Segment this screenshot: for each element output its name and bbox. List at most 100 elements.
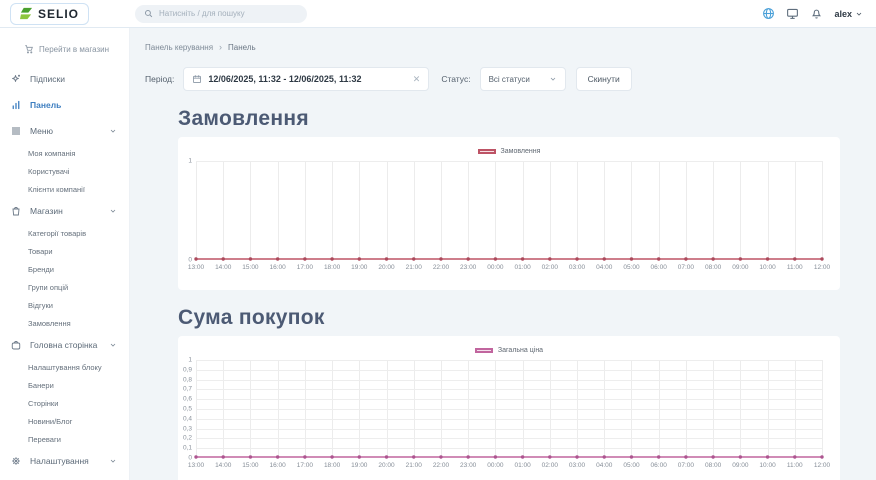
sidebar-subitem[interactable]: Новини/Блог [0, 412, 129, 430]
sidebar-subitem[interactable]: Налаштування блоку [0, 358, 129, 376]
x-tick-label: 18:00 [324, 462, 340, 469]
sidebar-subitem[interactable]: Категорії товарів [0, 224, 129, 242]
y-tick-label: 0,6 [172, 396, 192, 403]
sidebar-subitem[interactable]: Переваги [0, 430, 129, 448]
x-tick-label: 04:00 [596, 462, 612, 469]
x-tick-label: 05:00 [623, 264, 639, 271]
bell-icon[interactable] [810, 7, 823, 20]
x-tick-label: 21:00 [406, 264, 422, 271]
y-tick-label: 1 [172, 158, 192, 165]
menu-icon [10, 125, 22, 137]
reset-button[interactable]: Скинути [576, 67, 632, 91]
sidebar-item-label: Магазин [30, 206, 63, 216]
globe-icon[interactable] [762, 7, 775, 20]
period-range-value: 12/06/2025, 11:32 - 12/06/2025, 11:32 [208, 74, 406, 84]
sidebar-item-store[interactable]: Магазин [0, 198, 129, 224]
logo-text: SELIO [38, 7, 79, 21]
sidebar-item-settings[interactable]: Налаштування [0, 448, 129, 474]
sidebar-subitem[interactable]: Сторінки [0, 394, 129, 412]
x-tick-label: 19:00 [351, 264, 367, 271]
sidebar-item-dashboard[interactable]: Панель [0, 92, 129, 118]
x-tick-label: 02:00 [542, 264, 558, 271]
search-input[interactable]: Натисніть / для пошуку [135, 5, 307, 23]
gear-icon [10, 455, 22, 467]
x-tick-label: 00:00 [487, 264, 503, 271]
breadcrumb: Панель керування › Панель [145, 42, 876, 52]
legend-label: Замовлення [501, 148, 541, 155]
sidebar-subitem[interactable]: Користувачі [0, 162, 129, 180]
breadcrumb-separator-icon: › [219, 42, 222, 52]
main-content: Панель керування › Панель Період: 12/06/… [130, 28, 876, 480]
purchase-sum-section: Сума покупок Загальна ціна10,90,80,70,60… [178, 306, 840, 480]
status-label: Статус: [441, 74, 470, 84]
plot-area: 10,90,80,70,60,50,40,30,20,10 [196, 360, 822, 458]
x-tick-label: 15:00 [242, 462, 258, 469]
x-tick-label: 22:00 [433, 264, 449, 271]
x-tick-label: 21:00 [406, 462, 422, 469]
breadcrumb-item-panel: Панель [228, 43, 256, 52]
charts-area: Замовлення Замовлення1013:0014:0015:0016… [178, 107, 840, 480]
y-tick-label: 0,9 [172, 366, 192, 373]
bag-icon [10, 205, 22, 217]
y-tick-label: 0,3 [172, 425, 192, 432]
y-tick-label: 0,1 [172, 445, 192, 452]
period-range-input[interactable]: 12/06/2025, 11:32 - 12/06/2025, 11:32 ✕ [183, 67, 429, 91]
sidebar: Перейти в магазин Підписки Панель Меню Моя … [0, 28, 130, 480]
subscriptions-icon [10, 73, 22, 85]
orders-section-title: Замовлення [178, 107, 840, 131]
sidebar-subitem[interactable]: Групи опцій [0, 278, 129, 296]
x-tick-label: 06:00 [651, 264, 667, 271]
sidebar-subitem[interactable]: Моя компанія [0, 144, 129, 162]
x-tick-label: 23:00 [460, 462, 476, 469]
breadcrumb-item-dashboard[interactable]: Панель керування [145, 43, 213, 52]
series-layer [196, 161, 822, 260]
x-tick-label: 22:00 [433, 462, 449, 469]
x-tick-label: 00:00 [487, 462, 503, 469]
sidebar-item-label: Головна сторінка [30, 340, 97, 350]
x-tick-label: 07:00 [678, 264, 694, 271]
sidebar-subitem[interactable]: Замовлення [0, 314, 129, 332]
status-select[interactable]: Всі статуси [480, 67, 566, 91]
sidebar-item-homepage[interactable]: Головна сторінка [0, 332, 129, 358]
y-tick-label: 0 [172, 257, 192, 264]
sidebar-subitem[interactable]: Клієнти компанії [0, 180, 129, 198]
user-menu[interactable]: alex [834, 9, 863, 19]
orders-section: Замовлення Замовлення1013:0014:0015:0016… [178, 107, 840, 290]
go-to-store-link[interactable]: Перейти в магазин [24, 44, 129, 54]
cart-icon [24, 44, 34, 54]
top-header: SELIO Натисніть / для пошуку ale [0, 0, 876, 28]
clear-period-icon[interactable]: ✕ [413, 74, 421, 85]
x-tick-label: 16:00 [270, 264, 286, 271]
chevron-down-icon [549, 75, 557, 83]
sidebar-item-label: Налаштування [30, 456, 89, 466]
header-actions: alex [762, 7, 863, 20]
sidebar-item-subscriptions[interactable]: Підписки [0, 66, 129, 92]
chevron-down-icon [855, 10, 863, 18]
x-tick-label: 12:00 [814, 264, 830, 271]
x-tick-label: 02:00 [542, 462, 558, 469]
purchase-sum-chart: Загальна ціна 10,90,80,70,60,50,40,30,20,… [178, 336, 840, 480]
monitor-icon[interactable] [786, 7, 799, 20]
sidebar-subitem[interactable]: Відгуки [0, 296, 129, 314]
y-tick-label: 0,4 [172, 415, 192, 422]
chevron-down-icon [109, 457, 117, 465]
filter-row: Період: 12/06/2025, 11:32 - 12/06/2025, … [145, 67, 876, 91]
x-tick-label: 06:00 [651, 462, 667, 469]
logo[interactable]: SELIO [10, 3, 89, 25]
x-tick-label: 14:00 [215, 462, 231, 469]
x-tick-label: 11:00 [787, 462, 803, 469]
sidebar-subitem[interactable]: Банери [0, 376, 129, 394]
sidebar-subitem[interactable]: Бренди [0, 260, 129, 278]
gridline [822, 360, 823, 458]
x-tick-label: 17:00 [297, 462, 313, 469]
sidebar-subitem[interactable]: Товари [0, 242, 129, 260]
sidebar-item-label: Панель [30, 100, 61, 110]
x-tick-label: 13:00 [188, 462, 204, 469]
calendar-icon [192, 74, 202, 84]
chevron-down-icon [109, 127, 117, 135]
chart-legend: Загальна ціна [196, 344, 822, 356]
sidebar-item-label: Меню [30, 126, 53, 136]
chevron-down-icon [109, 341, 117, 349]
sidebar-item-menu[interactable]: Меню [0, 118, 129, 144]
go-to-store-label: Перейти в магазин [39, 45, 109, 54]
